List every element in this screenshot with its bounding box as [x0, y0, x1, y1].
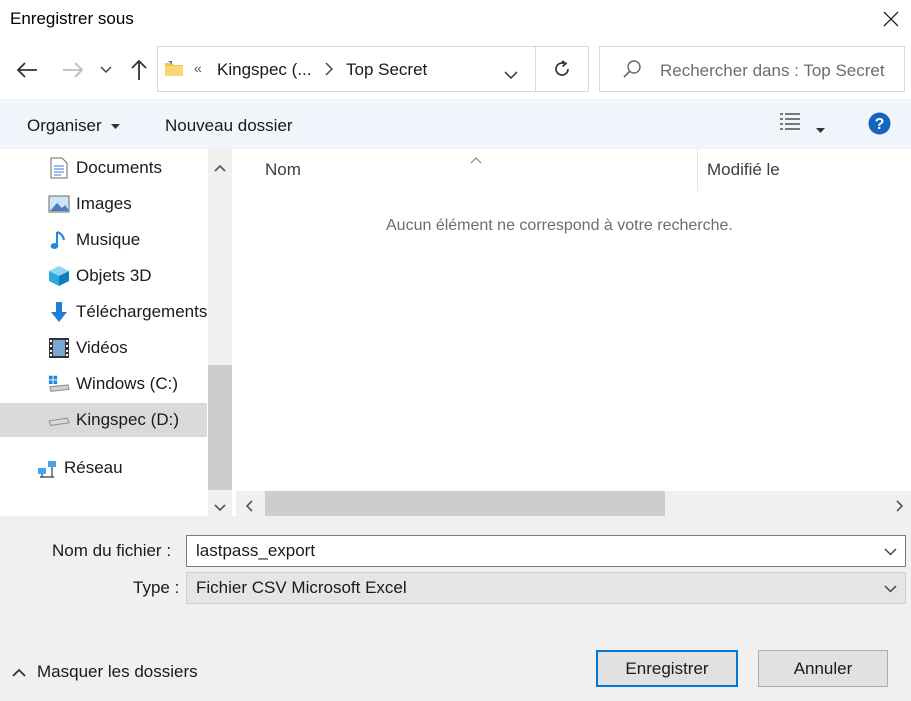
- caret-down-icon: [111, 123, 121, 129]
- help-icon: ?: [868, 112, 891, 135]
- view-dropdown[interactable]: [816, 119, 825, 139]
- drive-c-icon: [48, 373, 70, 395]
- chevron-down-icon: [884, 585, 897, 593]
- chevron-down-icon: [884, 548, 897, 556]
- filename-history-dropdown[interactable]: [884, 541, 897, 561]
- downloads-icon: [48, 301, 70, 323]
- recent-locations-button[interactable]: [94, 54, 118, 86]
- details-view-icon: [780, 113, 800, 130]
- caret-down-icon: [816, 128, 825, 133]
- scroll-right-arrow-icon[interactable]: [896, 497, 904, 517]
- forward-arrow-icon: [63, 62, 84, 78]
- sidebar-item-3d-objects[interactable]: Objets 3D: [0, 259, 207, 293]
- address-history-dropdown[interactable]: [504, 65, 518, 85]
- chevron-right-icon[interactable]: [325, 61, 334, 81]
- sidebar-item-downloads[interactable]: Téléchargements: [0, 295, 207, 329]
- file-list-hscrollbar-thumb[interactable]: [265, 491, 665, 516]
- scroll-down-arrow-icon[interactable]: [214, 497, 226, 517]
- breadcrumb-item[interactable]: Top Secret: [346, 60, 427, 80]
- column-header-name[interactable]: Nom: [265, 149, 301, 191]
- music-icon: [48, 229, 70, 251]
- toolbar: [0, 99, 911, 149]
- window-title: Enregistrer sous: [10, 9, 134, 28]
- documents-icon: [48, 157, 70, 179]
- chevron-down-icon: [504, 71, 518, 80]
- type-value: Fichier CSV Microsoft Excel: [196, 578, 407, 597]
- forward-button[interactable]: [58, 54, 88, 86]
- refresh-icon: [555, 60, 569, 76]
- videos-icon: [48, 337, 70, 359]
- 3d-objects-icon: [48, 265, 70, 287]
- filename-input[interactable]: lastpass_export: [186, 535, 906, 567]
- search-placeholder: Rechercher dans : Top Secret: [660, 61, 885, 80]
- images-icon: [48, 193, 70, 215]
- organize-menu[interactable]: Organiser: [27, 116, 121, 136]
- close-button[interactable]: [876, 4, 906, 34]
- filename-value: lastpass_export: [196, 541, 316, 560]
- breadcrumb-overflow[interactable]: «: [194, 60, 202, 76]
- sidebar-scrollbar-thumb[interactable]: [208, 365, 232, 490]
- navigation-pane: Documents Images Musique Objets 3D Téléc…: [0, 149, 208, 516]
- up-button[interactable]: [124, 54, 154, 86]
- cancel-button[interactable]: Annuler: [758, 650, 888, 687]
- close-icon: [883, 11, 899, 27]
- refresh-button[interactable]: [536, 46, 589, 92]
- sidebar-item-drive-d[interactable]: Kingspec (D:): [0, 403, 207, 437]
- scroll-up-arrow-icon[interactable]: [214, 157, 226, 177]
- folder-icon: [164, 59, 184, 84]
- help-button[interactable]: ?: [868, 112, 891, 140]
- type-label: Type :: [133, 578, 180, 597]
- save-button[interactable]: Enregistrer: [596, 650, 738, 687]
- back-arrow-icon: [16, 62, 37, 78]
- back-button[interactable]: [12, 54, 42, 86]
- type-dropdown[interactable]: [884, 578, 897, 598]
- search-input[interactable]: Rechercher dans : Top Secret: [599, 46, 905, 92]
- filename-label: Nom du fichier :: [52, 541, 172, 560]
- chevron-up-icon: [12, 668, 26, 677]
- sidebar-item-music[interactable]: Musique: [0, 223, 207, 257]
- drive-d-icon: [48, 409, 70, 431]
- hide-folders-toggle[interactable]: Masquer les dossiers: [12, 662, 198, 682]
- view-options-button[interactable]: [779, 111, 801, 136]
- network-icon: [36, 457, 58, 479]
- sidebar-item-documents[interactable]: Documents: [0, 151, 207, 185]
- sort-ascending-icon: [470, 149, 482, 169]
- search-icon: [622, 59, 642, 84]
- sidebar-item-videos[interactable]: Vidéos: [0, 331, 207, 365]
- empty-message: Aucun élément ne correspond à votre rech…: [386, 217, 733, 234]
- chevron-down-icon: [100, 66, 112, 74]
- address-bar[interactable]: « Kingspec (... Top Secret: [157, 46, 536, 92]
- column-divider[interactable]: [697, 149, 698, 191]
- column-header-modified[interactable]: Modifié le: [707, 149, 780, 191]
- new-folder-button[interactable]: Nouveau dossier: [165, 116, 293, 136]
- up-arrow-icon: [131, 59, 147, 80]
- type-select[interactable]: Fichier CSV Microsoft Excel: [186, 572, 906, 604]
- svg-text:?: ?: [875, 116, 885, 133]
- sidebar-item-network[interactable]: Réseau: [0, 451, 207, 485]
- sidebar-item-drive-c[interactable]: Windows (C:): [0, 367, 207, 401]
- scroll-left-arrow-icon[interactable]: [245, 497, 253, 517]
- breadcrumb-item[interactable]: Kingspec (...: [217, 60, 312, 80]
- sidebar-item-images[interactable]: Images: [0, 187, 207, 221]
